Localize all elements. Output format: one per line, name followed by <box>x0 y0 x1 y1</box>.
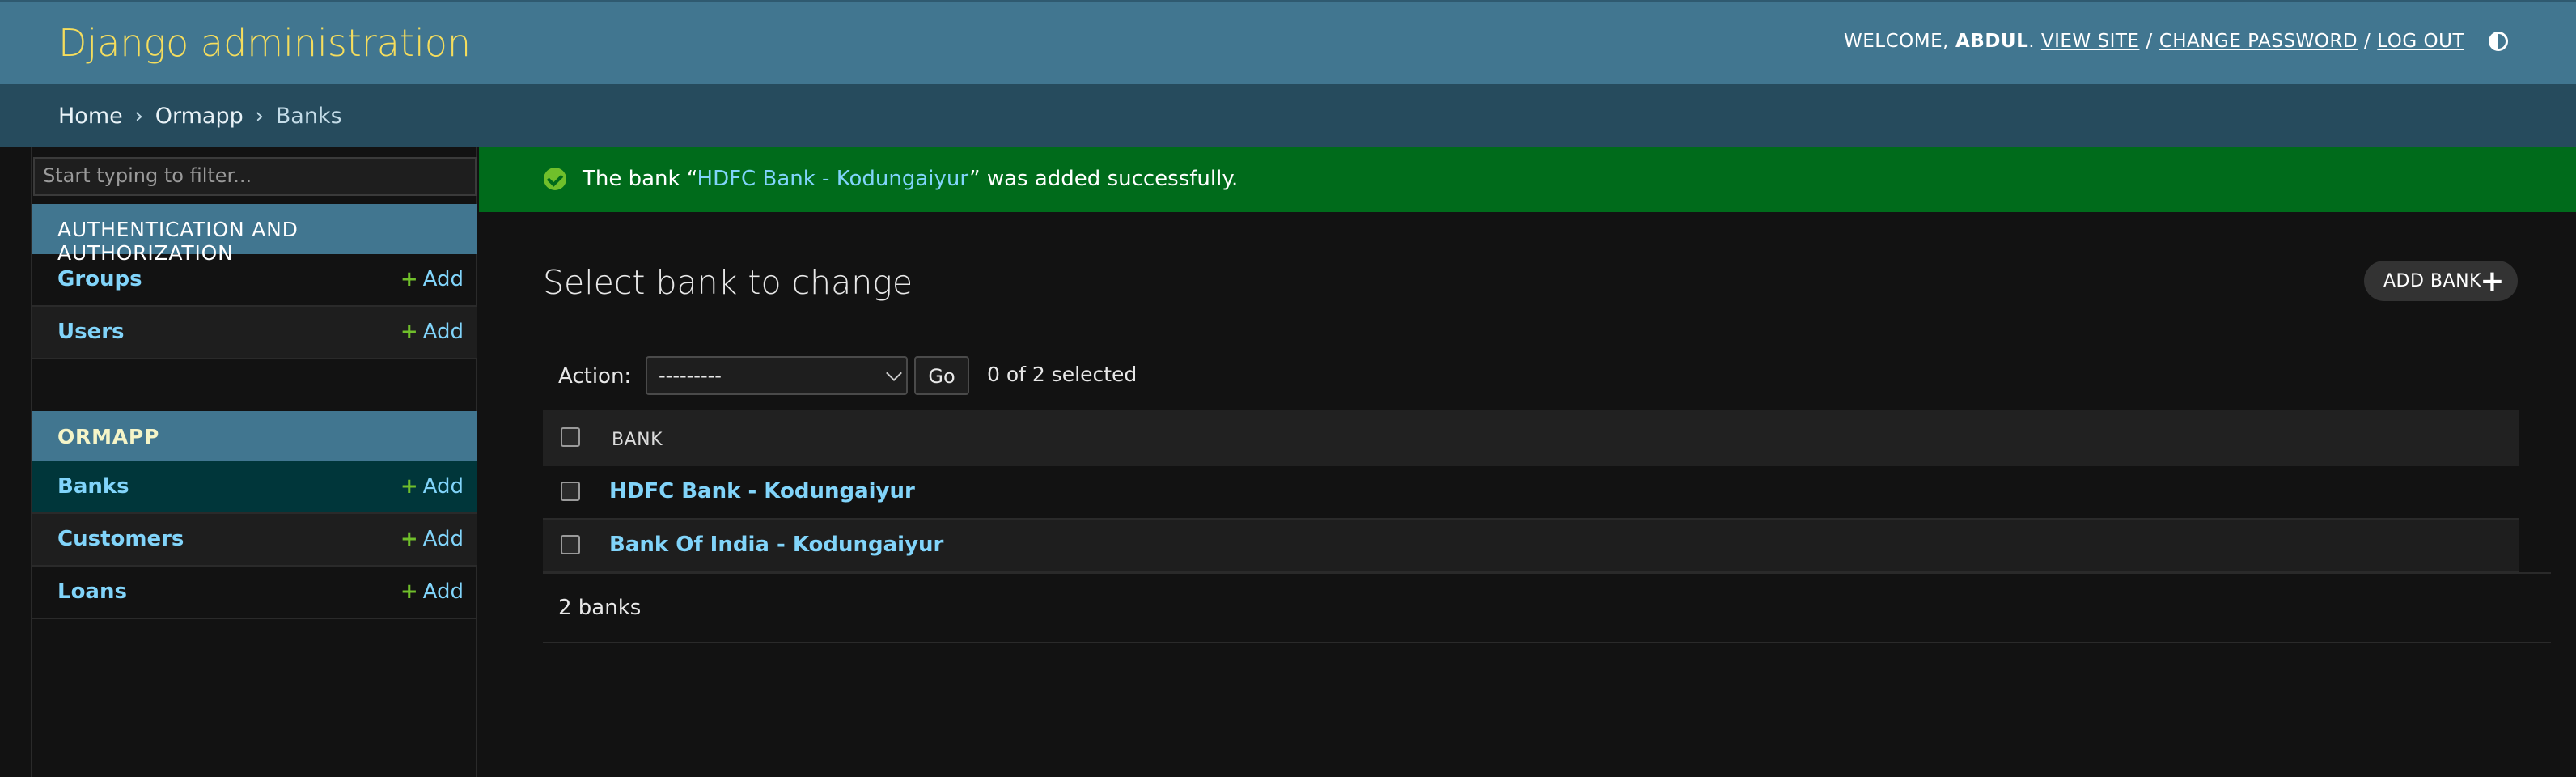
message-text: The bank “HDFC Bank - Kodungaiyur” was a… <box>583 167 1238 191</box>
page-title: Select bank to change <box>543 263 913 302</box>
plus-icon: + <box>400 320 418 344</box>
table-row: HDFC Bank - Kodungaiyur <box>543 466 2519 520</box>
module-caption-ormapp[interactable]: ORMAPP <box>32 411 477 461</box>
success-message: The bank “HDFC Bank - Kodungaiyur” was a… <box>479 147 2576 212</box>
column-header-bank[interactable]: BANK <box>612 430 663 450</box>
plus-icon: + <box>400 267 418 291</box>
separator: / <box>2364 31 2371 52</box>
site-name[interactable]: Django administration <box>58 21 471 65</box>
sidebar-item-banks: Banks + Add <box>32 461 477 514</box>
sidebar-item-users: Users + Add <box>32 307 477 359</box>
add-label: Add <box>422 527 464 551</box>
plus-icon: + <box>400 527 418 551</box>
message-prefix: The bank “ <box>583 167 697 191</box>
breadcrumb: Home › Ormapp › Banks <box>0 84 2576 147</box>
message-link[interactable]: HDFC Bank - Kodungaiyur <box>697 167 970 191</box>
add-label: Add <box>422 267 464 291</box>
nav-sidebar: Start typing to filter... AUTHENTICATION… <box>31 147 477 777</box>
action-label: Action: <box>558 364 632 388</box>
log-out-link[interactable]: LOG OUT <box>2377 31 2464 52</box>
sidebar-item-customers: Customers + Add <box>32 514 477 567</box>
module-caption-auth[interactable]: AUTHENTICATION AND AUTHORIZATION <box>32 204 477 265</box>
plus-icon: + <box>400 474 418 499</box>
welcome-text: WELCOME, <box>1844 31 1949 52</box>
selection-counter: 0 of 2 selected <box>987 363 1138 386</box>
sidebar-item-banks-link[interactable]: Banks <box>57 474 129 499</box>
action-select[interactable]: --------- <box>646 356 908 395</box>
separator: / <box>2146 31 2153 52</box>
chevron-down-icon <box>886 365 902 381</box>
add-bank-label: ADD BANK <box>2383 271 2481 291</box>
divider <box>543 572 2551 574</box>
table-row: Bank Of India - Kodungaiyur <box>543 520 2519 573</box>
sidebar-item-loans: Loans + Add <box>32 567 477 619</box>
breadcrumb-separator: › <box>134 104 144 129</box>
breadcrumb-separator: › <box>255 104 265 129</box>
sidebar-item-customers-link[interactable]: Customers <box>57 527 184 551</box>
message-suffix: ” was added successfully. <box>969 167 1239 191</box>
bank-link[interactable]: HDFC Bank - Kodungaiyur <box>609 479 915 503</box>
plus-icon: + <box>400 580 418 604</box>
check-circle-icon <box>544 168 566 190</box>
add-groups-button[interactable]: + Add <box>400 267 464 291</box>
add-users-button[interactable]: + Add <box>400 320 464 344</box>
sidebar-item-loans-link[interactable]: Loans <box>57 580 127 604</box>
add-bank-button[interactable]: ADD BANK + <box>2364 261 2518 301</box>
select-all-checkbox[interactable] <box>561 427 580 447</box>
nav-filter-input[interactable]: Start typing to filter... <box>33 157 477 196</box>
add-customers-button[interactable]: + Add <box>400 527 464 551</box>
breadcrumb-app[interactable]: Ormapp <box>155 104 244 129</box>
table-header: BANK <box>543 410 2519 466</box>
add-label: Add <box>422 320 464 344</box>
row-checkbox[interactable] <box>561 482 580 501</box>
username: ABDUL <box>1955 31 2029 52</box>
theme-toggle-icon[interactable] <box>2489 32 2508 51</box>
bank-link[interactable]: Bank Of India - Kodungaiyur <box>609 533 943 557</box>
add-banks-button[interactable]: + Add <box>400 474 464 499</box>
breadcrumb-home[interactable]: Home <box>58 104 123 129</box>
add-label: Add <box>422 580 464 604</box>
sidebar-item-groups: Groups + Add <box>32 254 477 307</box>
paginator: 2 banks <box>558 596 642 620</box>
sidebar-item-users-link[interactable]: Users <box>57 320 125 344</box>
divider <box>543 642 2551 643</box>
page-header: Django administration WELCOME, ABDUL. VI… <box>0 0 2576 84</box>
row-checkbox[interactable] <box>561 535 580 554</box>
add-loans-button[interactable]: + Add <box>400 580 464 604</box>
view-site-link[interactable]: VIEW SITE <box>2041 31 2140 52</box>
sidebar-item-groups-link[interactable]: Groups <box>57 267 142 291</box>
add-label: Add <box>422 474 464 499</box>
user-tools: WELCOME, ABDUL. VIEW SITE / CHANGE PASSW… <box>1844 31 2508 52</box>
action-select-value: --------- <box>659 364 722 387</box>
change-password-link[interactable]: CHANGE PASSWORD <box>2159 31 2358 52</box>
plus-icon: + <box>2480 265 2505 298</box>
go-button[interactable]: Go <box>914 356 969 395</box>
breadcrumb-current: Banks <box>275 104 342 129</box>
